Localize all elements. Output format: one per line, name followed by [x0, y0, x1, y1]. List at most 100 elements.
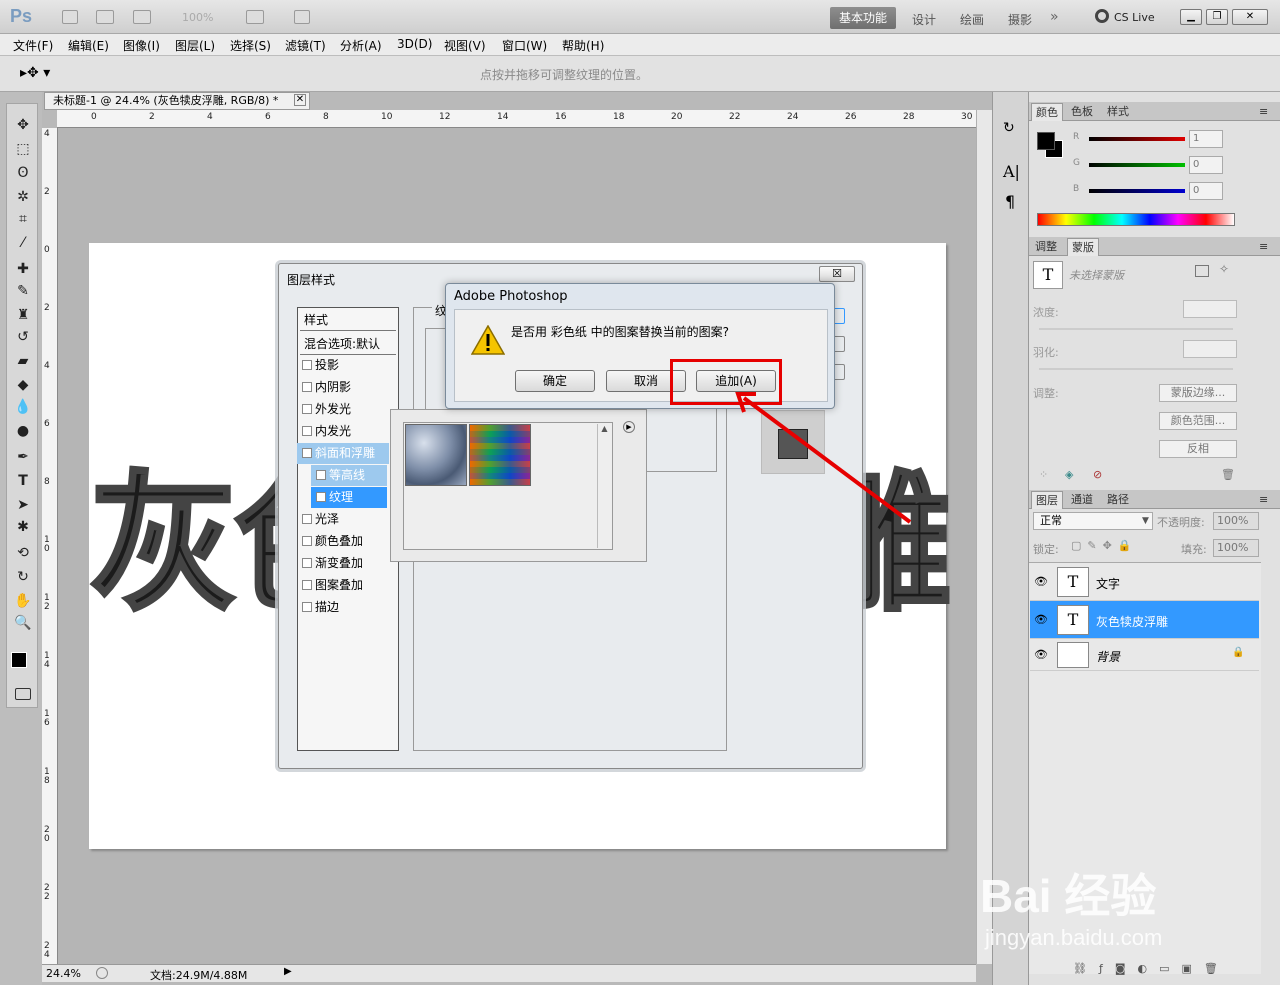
tab-swatches[interactable]: 色板 — [1067, 103, 1097, 121]
invert-button[interactable]: 反相 — [1159, 440, 1237, 458]
style-checkbox[interactable] — [316, 470, 326, 480]
lasso-tool-icon[interactable]: ʘ — [13, 164, 33, 182]
vertical-scrollbar[interactable] — [976, 110, 992, 964]
blend-options-item[interactable]: 混合选项:默认 — [300, 334, 396, 355]
eyedropper-icon[interactable]: ⁄ — [13, 234, 33, 252]
feather-input[interactable] — [1183, 340, 1237, 358]
style-checkbox[interactable] — [302, 580, 312, 590]
eye-icon[interactable]: 👁 — [1034, 613, 1048, 626]
3d-rotate-icon[interactable]: ⟲ — [13, 544, 33, 562]
foreground-color-swatch[interactable] — [11, 652, 27, 668]
brush-tool-icon[interactable]: ✎ — [13, 282, 33, 300]
restore-button[interactable]: ❐ — [1206, 9, 1228, 25]
blend-mode-select[interactable]: 正常 ▼ — [1033, 512, 1153, 530]
dialog-close-button[interactable]: ☒ — [819, 266, 855, 282]
crop-tool-icon[interactable]: ⌗ — [13, 210, 33, 228]
color-range-button[interactable]: 颜色范围... — [1159, 412, 1237, 430]
style-checkbox[interactable] — [302, 382, 312, 392]
style-item[interactable]: 渐变叠加 — [297, 553, 389, 574]
density-input[interactable] — [1183, 300, 1237, 318]
document-tab[interactable]: 未标题-1 @ 24.4% (灰色犊皮浮雕, RGB/8) * ✕ — [44, 92, 310, 110]
pattern-rainbow-swatch[interactable] — [469, 424, 531, 486]
density-slider[interactable] — [1039, 328, 1233, 330]
stamp-tool-icon[interactable]: ♜ — [13, 306, 33, 324]
color-ramp[interactable] — [1037, 213, 1235, 226]
panel-menu-icon[interactable]: ≡ — [1255, 103, 1272, 121]
minimize-button[interactable]: ▁ — [1180, 9, 1202, 25]
style-checkbox[interactable]: ✓ — [302, 448, 312, 458]
styles-header[interactable]: 样式 — [300, 310, 396, 331]
opacity-input[interactable]: 100% — [1213, 512, 1259, 530]
close-tab-icon[interactable]: ✕ — [294, 94, 306, 106]
style-item[interactable]: 内发光 — [297, 421, 389, 442]
panel-menu-icon[interactable]: ≡ — [1255, 491, 1272, 509]
eye-icon[interactable]: 👁 — [1034, 648, 1048, 661]
workspace-photography[interactable]: 摄影 — [1008, 11, 1032, 28]
history-panel-icon[interactable]: ↻ — [1003, 120, 1015, 136]
layer-row-selected[interactable]: 👁 T 灰色犊皮浮雕 — [1030, 601, 1259, 639]
magic-wand-icon[interactable]: ✲ — [13, 188, 33, 206]
layer-row[interactable]: 👁 T 文字 — [1030, 563, 1259, 601]
pixel-mask-icon[interactable] — [1195, 265, 1209, 277]
workspace-design[interactable]: 设计 — [912, 11, 936, 28]
hand-tool-icon[interactable]: ✋ — [13, 592, 33, 610]
style-item[interactable]: ✓ 纹理 — [311, 487, 387, 508]
zoom-combo[interactable]: 100% — [182, 11, 213, 24]
menu-select[interactable]: 选择(S) — [230, 37, 271, 54]
eye-icon[interactable]: 👁 — [1034, 575, 1048, 588]
workspace-essentials[interactable]: 基本功能 — [830, 7, 896, 29]
menu-analysis[interactable]: 分析(A) — [340, 37, 382, 54]
menu-3d[interactable]: 3D(D) — [397, 37, 432, 51]
extras-icon[interactable] — [133, 10, 151, 24]
healing-brush-icon[interactable]: ✚ — [13, 260, 33, 278]
channel-b-value[interactable]: 0 — [1189, 182, 1223, 200]
menu-image[interactable]: 图像(I) — [123, 37, 160, 54]
mask-edge-button[interactable]: 蒙版边缘... — [1159, 384, 1237, 402]
style-checkbox[interactable] — [302, 404, 312, 414]
layers-footer-icons[interactable]: ⛓ƒ◙◐▭▣🗑 — [1073, 962, 1230, 975]
move-tool-icon[interactable]: ✥ — [13, 116, 33, 134]
mask-delete-icon[interactable]: 🗑 — [1221, 468, 1235, 481]
type-tool-icon[interactable]: T — [13, 472, 33, 490]
feather-slider[interactable] — [1039, 368, 1233, 370]
arrange-icon[interactable] — [246, 10, 264, 24]
pattern-scrollbar[interactable]: ▲ — [597, 424, 611, 548]
pen-tool-icon[interactable]: ✒ — [13, 448, 33, 466]
style-item[interactable]: 颜色叠加 — [297, 531, 389, 552]
vector-mask-icon[interactable]: ✧ — [1219, 262, 1229, 276]
style-item[interactable]: 外发光 — [297, 399, 389, 420]
status-info-icon[interactable] — [96, 967, 108, 979]
style-item[interactable]: 光泽 — [297, 509, 389, 530]
mask-disable-icon[interactable]: ⊘ — [1093, 468, 1102, 481]
style-item[interactable]: ✓ 斜面和浮雕 — [297, 443, 389, 464]
tab-channels[interactable]: 通道 — [1067, 491, 1097, 509]
style-checkbox[interactable] — [302, 602, 312, 612]
tab-styles[interactable]: 样式 — [1103, 103, 1133, 121]
status-menu-arrow-icon[interactable]: ▶ — [284, 966, 292, 977]
paragraph-panel-icon[interactable]: ¶ — [1005, 192, 1015, 211]
tab-paths[interactable]: 路径 — [1103, 491, 1133, 509]
menu-layer[interactable]: 图层(L) — [175, 37, 215, 54]
tab-masks[interactable]: 蒙版 — [1067, 238, 1099, 256]
workspace-painting[interactable]: 绘画 — [960, 11, 984, 28]
style-item[interactable]: 内阴影 — [297, 377, 389, 398]
mini-bridge-icon[interactable] — [96, 10, 114, 24]
paint-bucket-icon[interactable]: ◆ — [13, 376, 33, 394]
cs-live-menu[interactable]: CS Live — [1114, 11, 1155, 24]
tab-adjustments[interactable]: 调整 — [1031, 238, 1061, 256]
menu-edit[interactable]: 编辑(E) — [68, 37, 109, 54]
path-select-icon[interactable]: ➤ — [13, 496, 33, 514]
style-checkbox[interactable] — [302, 536, 312, 546]
picker-menu-icon[interactable]: ▶ — [623, 421, 635, 433]
menu-window[interactable]: 窗口(W) — [502, 37, 547, 54]
tab-layers[interactable]: 图层 — [1031, 491, 1063, 509]
move-tool-preset-icon[interactable]: ▸✥ ▾ — [20, 65, 50, 81]
menu-filter[interactable]: 滤镜(T) — [285, 37, 326, 54]
style-checkbox[interactable] — [302, 514, 312, 524]
eraser-tool-icon[interactable]: ▰ — [13, 352, 33, 370]
channel-g-value[interactable]: 0 — [1189, 156, 1223, 174]
style-item[interactable]: 等高线 — [311, 465, 387, 486]
pattern-bubbles-swatch[interactable] — [405, 424, 467, 486]
panel-menu-icon[interactable]: ≡ — [1255, 238, 1272, 256]
style-item[interactable]: 图案叠加 — [297, 575, 389, 596]
